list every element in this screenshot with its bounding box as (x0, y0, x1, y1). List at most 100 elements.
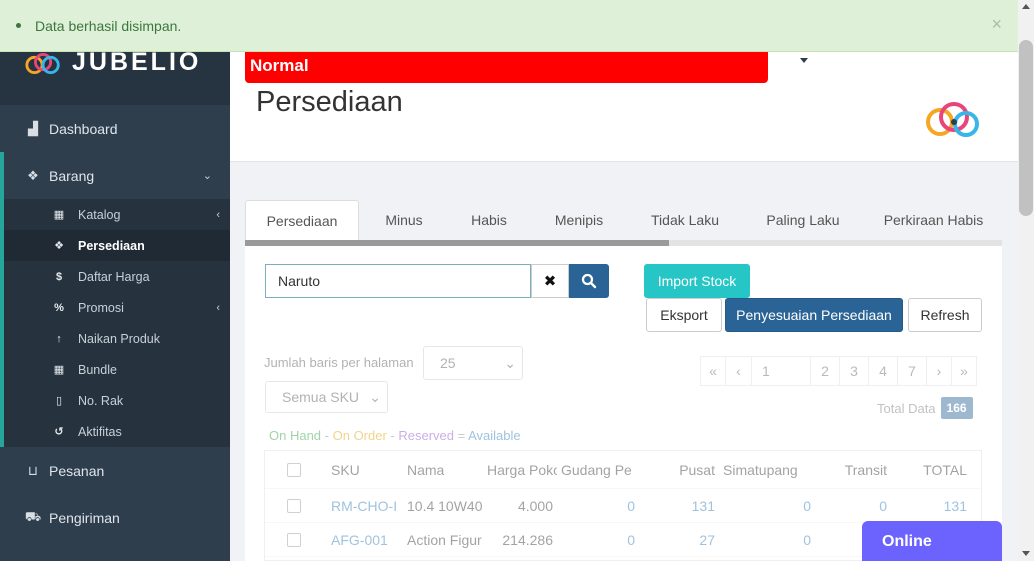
sidebar-item-naikan-produk[interactable]: ↑ Naikan Produk (4, 323, 230, 354)
barang-submenu: ▦ Katalog ‹ ❖ Persediaan $ Daftar Harga % Pr… (0, 199, 230, 447)
search-input[interactable] (265, 264, 531, 298)
page-last[interactable]: » (951, 356, 977, 386)
sidebar-item-daftar-harga[interactable]: $ Daftar Harga (4, 261, 230, 292)
tab-perkiraan-habis[interactable]: Perkiraan Habis (865, 200, 1002, 240)
cell-pusat[interactable]: 131 (639, 498, 719, 514)
sku-filter-select[interactable]: Semua SKU ⌄ (265, 381, 388, 413)
cell-gudang[interactable]: 0 (557, 532, 639, 548)
col-pusat[interactable]: Pusat (639, 462, 719, 478)
sidebar-item-katalog[interactable]: ▦ Katalog ‹ (4, 199, 230, 230)
close-icon[interactable]: × (991, 14, 1002, 35)
chevron-left-icon: ‹ (216, 301, 220, 314)
nav-pesanan[interactable]: ⊔ Pesanan (0, 447, 230, 494)
scroll-down-icon[interactable] (1022, 551, 1030, 556)
tab-persediaan[interactable]: Persediaan (245, 200, 359, 241)
jubelio-logo-icon (25, 53, 60, 74)
sidebar-item-persediaan[interactable]: ❖ Persediaan (4, 230, 230, 261)
page-7[interactable]: 7 (897, 356, 927, 386)
col-harga-pokok[interactable]: Harga Poko (483, 462, 557, 478)
cell-nama: 10.4 10W40 (407, 497, 483, 514)
search-button[interactable] (569, 264, 609, 298)
sidebar-item-no-rak[interactable]: ▯ No. Rak (4, 385, 230, 416)
total-data: Total Data 166 (877, 397, 973, 419)
export-button[interactable]: Eksport (646, 298, 722, 332)
cubes-icon: ❖ (54, 240, 64, 252)
clear-search-button[interactable]: ✖ (531, 264, 569, 298)
nav-barang-label: Barang (49, 167, 95, 184)
select-all-cell (265, 462, 327, 477)
percent-icon: % (54, 301, 64, 314)
page-4[interactable]: 4 (868, 356, 898, 386)
sidebar-item-label: Daftar Harga (78, 269, 150, 284)
row-select-cell (265, 498, 327, 513)
inventory-tabs: Persediaan Minus Habis Menipis Tidak Lak… (245, 200, 1002, 241)
tab-paling-laku[interactable]: Paling Laku (741, 200, 865, 240)
page-next[interactable]: › (926, 356, 952, 386)
sidebar-item-label: No. Rak (78, 393, 124, 408)
row-checkbox[interactable] (287, 498, 301, 513)
online-chat-button[interactable]: Online (862, 521, 1002, 561)
rows-per-page-value: 25 (440, 355, 456, 371)
tab-menipis[interactable]: Menipis (529, 200, 629, 240)
sidebar-item-bundle[interactable]: ▦ Bundle (4, 354, 230, 385)
legend-operator: - (386, 428, 399, 443)
legend-on-order: On Order (332, 428, 387, 443)
col-transit[interactable]: Transit (815, 462, 891, 478)
cloud-logo-icon (926, 102, 979, 137)
page-prev[interactable]: ‹ (725, 356, 752, 386)
page-first[interactable]: « (700, 356, 726, 386)
cell-gudang[interactable]: 0 (557, 498, 639, 514)
row-checkbox[interactable] (287, 532, 301, 547)
chevron-left-icon: ‹ (216, 208, 220, 221)
main-content: Persediaan Minus Habis Menipis Tidak Lak… (230, 162, 1018, 561)
row-select-cell (265, 532, 327, 547)
alert-message: Data berhasil disimpan. (35, 17, 182, 34)
col-total[interactable]: TOTAL (891, 462, 971, 478)
sidebar-item-label: Promosi (78, 300, 124, 315)
total-data-badge: 166 (940, 397, 973, 419)
nav-barang[interactable]: ❖ Barang ⌄ (0, 152, 230, 199)
table-row[interactable]: RM-CHO-I 10.4 10W40 4.000 0 131 0 0 131 (265, 489, 981, 523)
scroll-up-icon[interactable] (1022, 4, 1030, 9)
tab-habis[interactable]: Habis (449, 200, 529, 240)
caret-down-icon[interactable] (800, 58, 808, 63)
page-2[interactable]: 2 (810, 356, 840, 386)
stock-adjustment-button[interactable]: Penyesuaian Persediaan (725, 298, 903, 332)
cell-simatupang[interactable]: 0 (719, 498, 815, 514)
nav-pengiriman[interactable]: ⛟ Pengiriman (0, 494, 230, 541)
page-scrollbar[interactable] (1018, 0, 1034, 561)
chart-area-icon: ▟ (28, 120, 38, 136)
bookmark-icon: ▯ (55, 395, 63, 407)
col-sku[interactable]: SKU (327, 462, 403, 478)
cell-pusat[interactable]: 27 (639, 532, 719, 548)
sku-filter-value: Semua SKU (282, 389, 360, 405)
sidebar-item-aktifitas[interactable]: ↺ Aktifitas (4, 416, 230, 447)
import-stock-button[interactable]: Import Stock (644, 264, 750, 298)
table-header: SKU Nama Harga Poko Gudang Pe Pusat Sima… (265, 451, 981, 489)
col-nama[interactable]: Nama (403, 462, 483, 478)
cell-transit[interactable]: 0 (815, 498, 891, 514)
page-title: Persediaan (256, 86, 403, 118)
rows-per-page-select[interactable]: 25 ⌄ (423, 346, 523, 380)
nav-dashboard[interactable]: ▟ Dashboard (0, 105, 230, 152)
col-gudang[interactable]: Gudang Pe (557, 462, 639, 478)
tab-tidak-laku[interactable]: Tidak Laku (629, 200, 741, 240)
status-badge: Normal (245, 52, 768, 83)
select-all-checkbox[interactable] (287, 462, 301, 477)
search-icon (581, 273, 597, 289)
refresh-button[interactable]: Refresh (908, 298, 982, 332)
page-1[interactable]: 1 (751, 356, 811, 386)
sidebar-item-promosi[interactable]: % Promosi ‹ (4, 292, 230, 323)
col-simatupang[interactable]: Simatupang (719, 462, 815, 478)
shopping-basket-icon: ⊔ (27, 462, 39, 478)
cell-sku[interactable]: AFG-001 (327, 532, 403, 548)
cell-simatupang[interactable]: 0 (719, 532, 815, 548)
cell-harga-pokok: 4.000 (517, 497, 553, 514)
stock-legend: On Hand - On Order - Reserved = Availabl… (269, 428, 521, 443)
cell-sku[interactable]: RM-CHO-I (327, 498, 403, 514)
page-3[interactable]: 3 (839, 356, 869, 386)
scrollbar-thumb[interactable] (1019, 40, 1033, 216)
tab-minus[interactable]: Minus (359, 200, 449, 240)
cell-total[interactable]: 131 (891, 498, 971, 514)
sidebar-item-label: Persediaan (78, 238, 145, 253)
